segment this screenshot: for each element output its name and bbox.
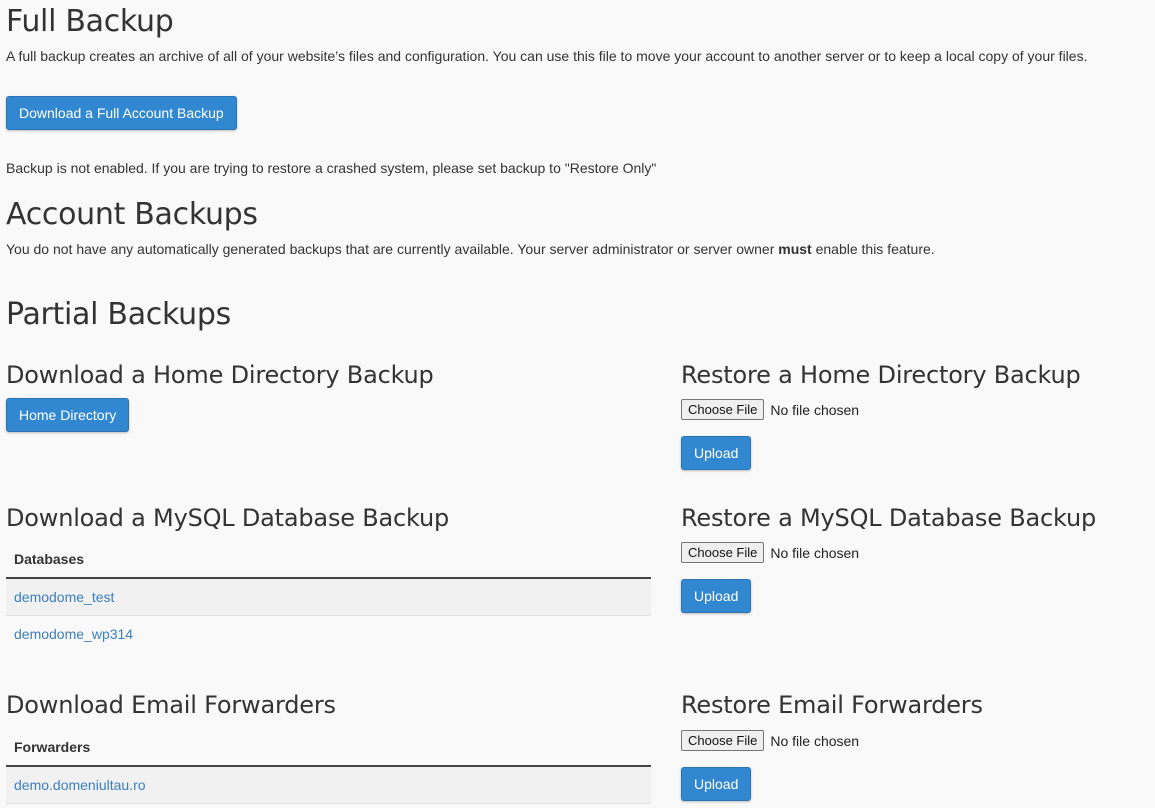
full-backup-description: A full backup creates an archive of all …	[6, 48, 1088, 64]
table-row: demodome_wp314	[6, 615, 651, 652]
table-row: demo.domeniultau.ro	[6, 766, 651, 804]
forwarder-link-demo-domeniultau[interactable]: demo.domeniultau.ro	[14, 777, 146, 793]
account-backups-title: Account Backups	[6, 197, 258, 232]
download-home-title: Download a Home Directory Backup	[6, 361, 434, 389]
mysql-file-picker: Choose File No file chosen	[681, 542, 859, 563]
download-email-forwarders-title: Download Email Forwarders	[6, 691, 336, 719]
account-backups-text-end: enable this feature.	[811, 241, 935, 257]
database-link-demodome-wp314[interactable]: demodome_wp314	[14, 626, 133, 642]
home-file-picker: Choose File No file chosen	[681, 399, 859, 420]
email-file-status: No file chosen	[770, 732, 860, 749]
restore-mysql-title: Restore a MySQL Database Backup	[681, 504, 1096, 532]
mysql-upload-button[interactable]: Upload	[681, 579, 752, 613]
databases-column-header: Databases	[6, 541, 651, 579]
databases-table: Databases demodome_test demodome_wp314	[6, 541, 651, 652]
backup-notice: Backup is not enabled. If you are trying…	[6, 160, 657, 176]
restore-home-title: Restore a Home Directory Backup	[681, 361, 1081, 389]
home-upload-button[interactable]: Upload	[681, 436, 752, 470]
account-backups-text: You do not have any automatically genera…	[6, 241, 935, 257]
database-link-demodome-test[interactable]: demodome_test	[14, 589, 114, 605]
forwarders-column-header: Forwarders	[6, 729, 651, 767]
restore-email-forwarders-title: Restore Email Forwarders	[681, 691, 983, 719]
forwarders-table: Forwarders demo.domeniultau.ro	[6, 729, 651, 804]
mysql-file-status: No file chosen	[770, 544, 860, 561]
account-backups-text-bold: must	[778, 241, 812, 257]
download-mysql-title: Download a MySQL Database Backup	[6, 504, 450, 532]
email-upload-button[interactable]: Upload	[681, 767, 752, 801]
mysql-choose-file-button[interactable]: Choose File	[681, 542, 765, 563]
full-backup-title: Full Backup	[6, 4, 174, 39]
home-directory-button[interactable]: Home Directory	[6, 398, 130, 432]
account-backups-text-start: You do not have any automatically genera…	[6, 241, 779, 257]
email-file-picker: Choose File No file chosen	[681, 730, 859, 751]
partial-backups-title: Partial Backups	[6, 297, 231, 332]
table-row: demodome_test	[6, 578, 651, 616]
download-full-backup-button[interactable]: Download a Full Account Backup	[6, 96, 237, 130]
home-file-status: No file chosen	[770, 401, 860, 418]
email-choose-file-button[interactable]: Choose File	[681, 730, 765, 751]
home-choose-file-button[interactable]: Choose File	[681, 399, 765, 420]
